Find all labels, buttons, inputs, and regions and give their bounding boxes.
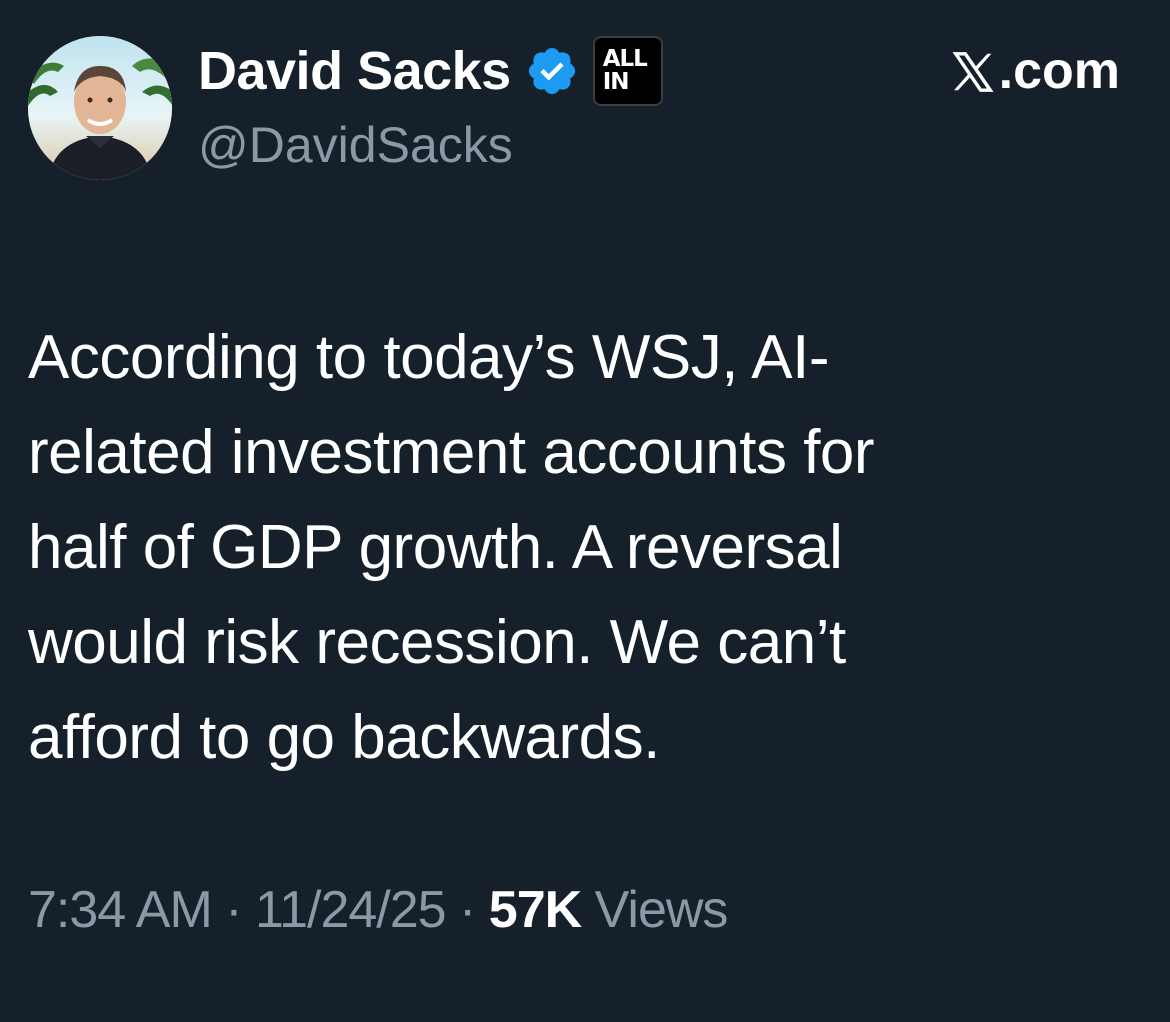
affiliate-badge[interactable]: ALL IN — [592, 36, 663, 106]
user-handle[interactable]: @DavidSacks — [198, 116, 898, 174]
name-row: David Sacks ALL IN — [198, 36, 898, 106]
meta-separator: · — [211, 881, 256, 939]
author-info: David Sacks ALL IN @DavidSacks — [198, 36, 898, 174]
x-logo-icon — [950, 48, 996, 94]
avatar[interactable] — [28, 36, 172, 180]
tweet-header: David Sacks ALL IN @DavidSacks .com — [28, 36, 1142, 186]
source-logo: .com — [950, 36, 1120, 106]
tweet-text-line: related investment accounts for — [28, 418, 875, 487]
affiliate-badge-line1: ALL — [602, 46, 648, 72]
tweet-text: According to today’s WSJ, AI- related in… — [28, 310, 1138, 785]
tweet-text-line: afford to go backwards. — [28, 703, 660, 772]
verified-badge-icon[interactable] — [525, 44, 579, 98]
display-name[interactable]: David Sacks — [198, 40, 511, 102]
tweet-text-line: According to today’s WSJ, AI- — [28, 323, 830, 392]
tweet-meta: 7:34 AM · 11/24/25 · 57K Views — [28, 880, 729, 940]
views-count[interactable]: 57K — [489, 881, 582, 939]
meta-separator: · — [445, 881, 489, 939]
tweet-text-line: would risk recession. We can’t — [28, 608, 846, 677]
tweet-date[interactable]: 11/24/25 — [255, 881, 447, 939]
views-label: Views — [581, 881, 729, 939]
affiliate-badge-line2: IN — [602, 69, 630, 95]
tweet-time[interactable]: 7:34 AM — [28, 881, 213, 939]
tweet-text-line: half of GDP growth. A reversal — [28, 513, 843, 582]
profile-photo — [28, 36, 172, 180]
source-logo-text: .com — [998, 42, 1120, 100]
tweet-card: David Sacks ALL IN @DavidSacks .com Acco… — [0, 0, 1170, 1022]
